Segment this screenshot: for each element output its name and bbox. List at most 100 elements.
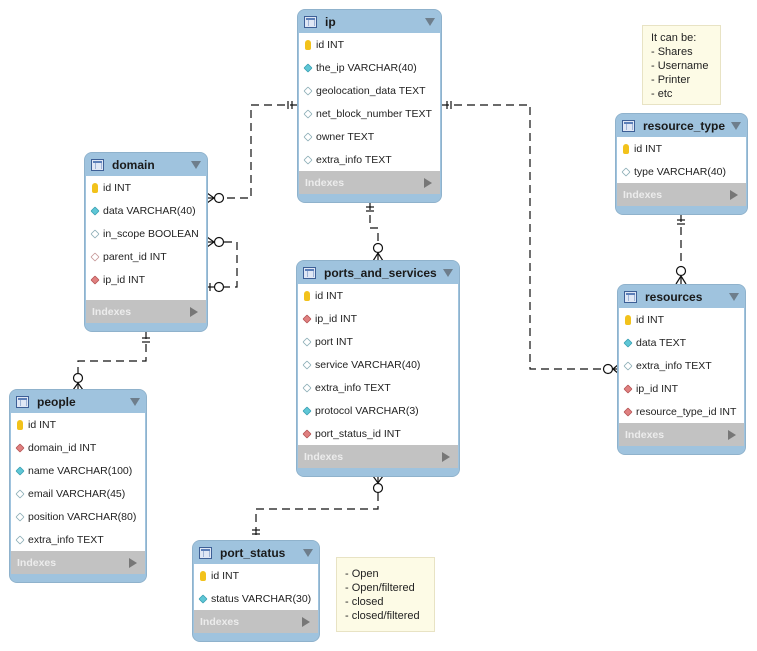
table-resources[interactable]: resources id INT data TEXT extra_info TE…	[618, 285, 745, 454]
column-label: net_block_number TEXT	[316, 107, 432, 120]
expand-arrow-icon[interactable]	[129, 557, 137, 568]
expand-arrow-icon[interactable]	[730, 189, 738, 200]
column-row[interactable]: ip_id INT	[86, 268, 206, 291]
column-label: port INT	[315, 335, 353, 348]
column-label: owner TEXT	[316, 130, 375, 143]
table-header[interactable]: ip	[298, 10, 441, 33]
not-null-column-icon	[302, 405, 312, 416]
collapse-caret-icon[interactable]	[731, 121, 741, 130]
table-title: ip	[325, 14, 336, 29]
collapse-caret-icon[interactable]	[303, 548, 313, 557]
column-icon	[303, 85, 313, 96]
rel-domain-people[interactable]	[72, 331, 150, 391]
column-row[interactable]: extra_info TEXT	[298, 376, 458, 399]
column-row[interactable]: position VARCHAR(80)	[11, 505, 145, 528]
indexes-section[interactable]: Indexes	[194, 610, 318, 633]
column-row[interactable]: extra_info TEXT	[11, 528, 145, 551]
column-label: in_scope BOOLEAN	[103, 227, 199, 240]
table-ip[interactable]: ip id INT the_ip VARCHAR(40) geolocation…	[298, 10, 441, 202]
column-label: parent_id INT	[103, 250, 167, 263]
rel-ip-resources[interactable]	[441, 101, 620, 375]
indexes-section[interactable]: Indexes	[11, 551, 145, 574]
column-label: type VARCHAR(40)	[634, 165, 726, 178]
column-label: email VARCHAR(45)	[28, 487, 126, 500]
collapse-caret-icon[interactable]	[191, 160, 201, 169]
table-header[interactable]: ports_and_services	[297, 261, 459, 284]
rel-portstatus-ports[interactable]	[252, 475, 384, 540]
column-row[interactable]: ip_id INT	[619, 377, 744, 400]
column-row[interactable]: id INT	[86, 176, 206, 199]
table-title: domain	[112, 157, 155, 172]
column-row[interactable]: owner TEXT	[299, 125, 440, 148]
primary-key-icon	[625, 314, 631, 325]
column-label: ip_id INT	[315, 312, 358, 325]
column-row[interactable]: data VARCHAR(40)	[86, 199, 206, 222]
expand-arrow-icon[interactable]	[728, 429, 736, 440]
expand-arrow-icon[interactable]	[442, 451, 450, 462]
column-row[interactable]: port INT	[298, 330, 458, 353]
table-port-status[interactable]: port_status id INT status VARCHAR(30) In…	[193, 541, 319, 641]
column-row[interactable]: type VARCHAR(40)	[617, 160, 746, 183]
note-line: - Open/filtered	[345, 582, 415, 594]
column-row[interactable]: id INT	[11, 413, 145, 436]
column-row[interactable]: port_status_id INT	[298, 422, 458, 445]
indexes-section[interactable]: Indexes	[617, 183, 746, 206]
rel-ip-domain[interactable]	[206, 101, 298, 204]
expand-arrow-icon[interactable]	[424, 177, 432, 188]
expand-arrow-icon[interactable]	[302, 616, 310, 627]
column-label: geolocation_data TEXT	[316, 84, 426, 97]
column-row[interactable]: id INT	[298, 284, 458, 307]
column-row[interactable]: resource_type_id INT	[619, 400, 744, 423]
column-label: name VARCHAR(100)	[28, 464, 133, 477]
primary-key-icon	[623, 143, 629, 154]
indexes-section[interactable]: Indexes	[298, 445, 458, 468]
column-row[interactable]: extra_info TEXT	[299, 148, 440, 171]
rel-resourcetype-resources[interactable]	[675, 214, 687, 285]
table-ports-and-services[interactable]: ports_and_services id INT ip_id INT port…	[297, 261, 459, 476]
column-row[interactable]: email VARCHAR(45)	[11, 482, 145, 505]
column-label: extra_info TEXT	[28, 533, 104, 546]
column-row[interactable]: id INT	[617, 137, 746, 160]
column-row[interactable]: id INT	[619, 308, 744, 331]
column-list: id INT ip_id INT port INT service VARCHA…	[298, 284, 458, 445]
table-header[interactable]: port_status	[193, 541, 319, 564]
table-header[interactable]: resources	[618, 285, 745, 308]
column-row[interactable]: service VARCHAR(40)	[298, 353, 458, 376]
column-row[interactable]: the_ip VARCHAR(40)	[299, 56, 440, 79]
collapse-caret-icon[interactable]	[130, 397, 140, 406]
column-row[interactable]: parent_id INT	[86, 245, 206, 268]
column-icon	[303, 131, 313, 142]
column-row[interactable]: net_block_number TEXT	[299, 102, 440, 125]
indexes-section[interactable]: Indexes	[619, 423, 744, 446]
column-row[interactable]: status VARCHAR(30)	[194, 587, 318, 610]
table-people[interactable]: people id INT domain_id INT name VARCHAR…	[10, 390, 146, 582]
column-row[interactable]: name VARCHAR(100)	[11, 459, 145, 482]
table-resource-type[interactable]: resource_type id INT type VARCHAR(40) In…	[616, 114, 747, 214]
column-row[interactable]: ip_id INT	[298, 307, 458, 330]
table-header[interactable]: people	[10, 390, 146, 413]
column-label: id INT	[316, 38, 345, 51]
foreign-key-icon	[302, 313, 312, 324]
collapse-caret-icon[interactable]	[425, 17, 435, 26]
expand-arrow-icon[interactable]	[190, 306, 198, 317]
column-row[interactable]: id INT	[299, 33, 440, 56]
table-header[interactable]: domain	[85, 153, 207, 176]
collapse-caret-icon[interactable]	[443, 268, 453, 277]
column-list: id INT domain_id INT name VARCHAR(100) e…	[11, 413, 145, 551]
rel-ip-ports[interactable]	[366, 202, 384, 262]
column-row[interactable]: in_scope BOOLEAN	[86, 222, 206, 245]
column-row[interactable]: id INT	[194, 564, 318, 587]
indexes-label: Indexes	[305, 176, 345, 189]
collapse-caret-icon[interactable]	[729, 292, 739, 301]
table-domain[interactable]: domain id INT data VARCHAR(40) in_scope …	[85, 153, 207, 331]
column-row[interactable]: extra_info TEXT	[619, 354, 744, 377]
column-label: the_ip VARCHAR(40)	[316, 61, 417, 74]
table-header[interactable]: resource_type	[616, 114, 747, 137]
indexes-section[interactable]: Indexes	[86, 300, 206, 323]
rel-domain-parent[interactable]	[206, 236, 238, 293]
column-row[interactable]: data TEXT	[619, 331, 744, 354]
indexes-section[interactable]: Indexes	[299, 171, 440, 194]
column-row[interactable]: geolocation_data TEXT	[299, 79, 440, 102]
column-row[interactable]: protocol VARCHAR(3)	[298, 399, 458, 422]
column-row[interactable]: domain_id INT	[11, 436, 145, 459]
